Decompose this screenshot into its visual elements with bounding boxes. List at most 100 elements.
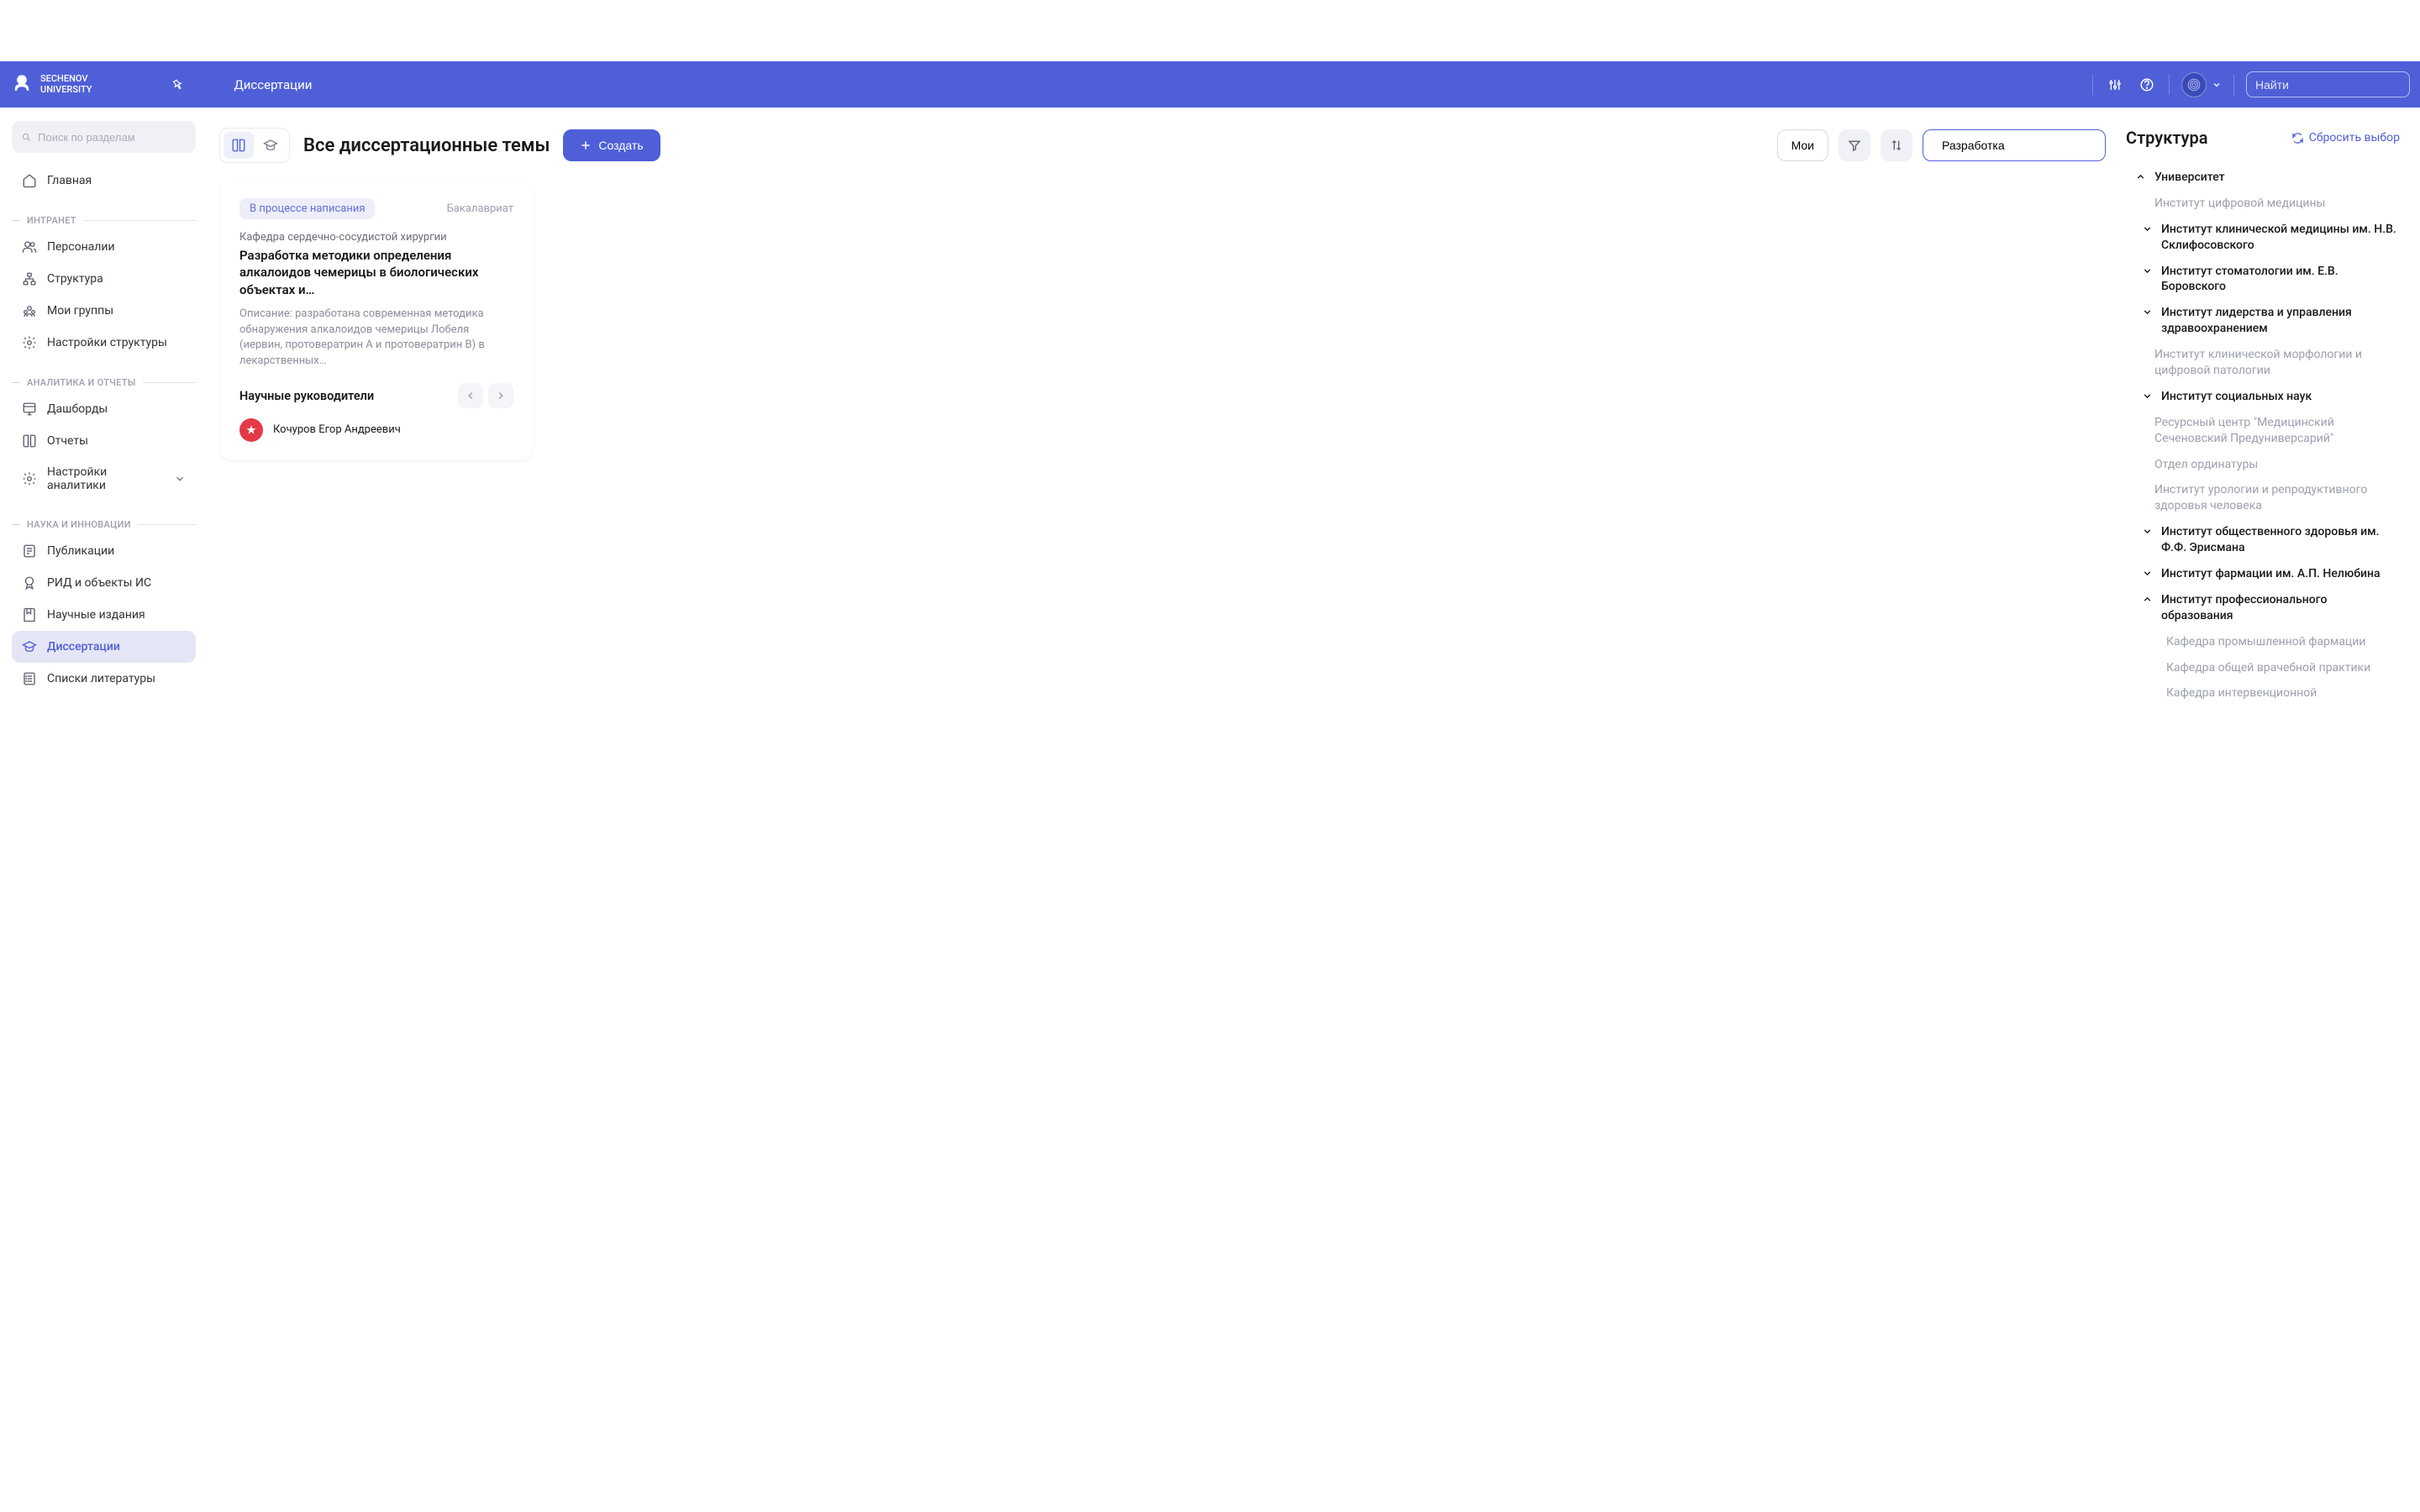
tree-item[interactable]: Институт фармации им. А.П. Нелюбина (2126, 561, 2400, 587)
book-open-icon (231, 138, 246, 153)
supervisor[interactable]: Кочуров Егор Андреевич (239, 418, 513, 442)
logo-icon (10, 73, 34, 97)
tab-defended[interactable] (255, 132, 286, 159)
tree-root[interactable]: Университет (2126, 165, 2400, 191)
help-button[interactable] (2137, 75, 2157, 95)
panel-title: Структура (2126, 128, 2207, 148)
create-button[interactable]: Создать (563, 129, 660, 161)
chevron-icon (2142, 307, 2153, 318)
tree-label: Отдел ординатуры (2154, 457, 2400, 473)
page-search-input[interactable] (1942, 139, 2094, 152)
logo-text-top: SECHENOV (40, 74, 92, 84)
nav-label: Научные издания (47, 608, 145, 622)
chevron-icon (2142, 265, 2153, 276)
tree-item[interactable]: Кафедра общей врачебной практики (2126, 655, 2400, 681)
sort-button[interactable] (1881, 129, 1912, 161)
nav-dashboards[interactable]: Дашборды (12, 393, 196, 425)
sidebar-search-input[interactable] (38, 131, 186, 144)
book-icon (22, 433, 37, 449)
people-icon (22, 239, 37, 255)
nav-personnel[interactable]: Персоналии (12, 231, 196, 263)
nav-bibliography[interactable]: Списки литературы (12, 663, 196, 695)
sidebar-search[interactable] (12, 121, 196, 153)
nav-label: Настройки структуры (47, 336, 167, 349)
supervisors-label: Научные руководители (239, 389, 374, 403)
nav-ip[interactable]: РИД и объекты ИС (12, 567, 196, 599)
header-breadcrumb: Диссертации (234, 77, 312, 92)
tree-item[interactable]: Институт клинической медицины им. Н.В. С… (2126, 217, 2400, 259)
tree-item[interactable]: Институт клинической морфологии и цифров… (2126, 342, 2400, 384)
global-search[interactable] (2246, 71, 2410, 97)
refresh-icon (2291, 132, 2304, 144)
nav-analytics-settings[interactable]: Настройки аналитики (12, 457, 196, 501)
prev-supervisor-button[interactable] (458, 383, 483, 408)
tree-item[interactable]: Институт профессионального образования (2126, 587, 2400, 629)
nav-publications[interactable]: Публикации (12, 535, 196, 567)
nav-groups[interactable]: Мои группы (12, 295, 196, 327)
global-search-input[interactable] (2255, 78, 2407, 92)
tree-item[interactable]: Кафедра промышленной фармации (2126, 629, 2400, 655)
tree-item[interactable]: Институт общественного здоровья им. Ф.Ф.… (2126, 519, 2400, 561)
tree-label: Институт профессионального образования (2161, 592, 2400, 624)
page-title: Все диссертационные темы (303, 135, 550, 156)
nav-label: Диссертации (47, 640, 120, 654)
tree-label: Ресурсный центр "Медицинский Сеченовский… (2154, 415, 2400, 447)
pin-icon (171, 78, 184, 92)
chevron-icon (2142, 526, 2153, 537)
pin-button[interactable] (167, 75, 187, 95)
tree-item[interactable]: Институт стоматологии им. Е.В. Боровског… (2126, 259, 2400, 301)
filter-button[interactable] (1839, 129, 1870, 161)
user-menu[interactable] (2181, 72, 2222, 97)
logo-text-bottom: UNIVERSITY (40, 85, 92, 95)
list-icon (22, 671, 37, 686)
gear-icon (22, 335, 37, 350)
supervisor-avatar (239, 418, 263, 442)
dissertation-card[interactable]: В процессе написания Бакалавриат Кафедра… (219, 180, 534, 460)
nav-structure[interactable]: Структура (12, 263, 196, 295)
section-label-science: НАУКА И ИННОВАЦИИ (27, 519, 131, 530)
tree-label: Кафедра промышленной фармации (2166, 634, 2400, 650)
tree-item[interactable]: Отдел ординатуры (2126, 452, 2400, 478)
tree-label: Институт общественного здоровья им. Ф.Ф.… (2161, 524, 2400, 556)
mine-filter-button[interactable]: Мои (1777, 129, 1828, 161)
tree-item[interactable]: Институт урологии и репродуктивного здор… (2126, 477, 2400, 519)
tree-label: Кафедра общей врачебной практики (2166, 660, 2400, 676)
supervisor-name: Кочуров Егор Андреевич (273, 423, 401, 438)
next-supervisor-button[interactable] (488, 383, 513, 408)
nav-reports[interactable]: Отчеты (12, 425, 196, 457)
dashboard-icon (22, 402, 37, 417)
tree-item[interactable]: Ресурсный центр "Медицинский Сеченовский… (2126, 410, 2400, 452)
tab-topics[interactable] (224, 132, 254, 159)
graduation-icon (22, 639, 37, 654)
page-search[interactable] (1923, 129, 2106, 161)
nav-structure-settings[interactable]: Настройки структуры (12, 327, 196, 359)
nav-label: Главная (47, 174, 92, 187)
reset-filter-link[interactable]: Сбросить выбор (2291, 131, 2400, 144)
section-label-analytics: АНАЛИТИКА И ОТЧЕТЫ (27, 377, 136, 388)
chevron-icon (2142, 391, 2153, 402)
nav-home[interactable]: Главная (12, 165, 196, 197)
tree-item[interactable]: Кафедра интервенционной (2126, 680, 2400, 706)
graduation-icon (263, 138, 278, 153)
tree-label: Институт лидерства и управления здравоох… (2161, 305, 2400, 337)
toolbar: Все диссертационные темы Создать Мои (219, 128, 2106, 163)
nav-journals[interactable]: Научные издания (12, 599, 196, 631)
app-header: SECHENOVUNIVERSITY Диссертации (0, 61, 2420, 108)
tree-item[interactable]: Институт лидерства и управления здравоох… (2126, 300, 2400, 342)
sort-icon (1890, 139, 1903, 152)
department-label: Кафедра сердечно-сосудистой хирургии (239, 231, 513, 244)
structure-icon (22, 271, 37, 286)
tree-label: Институт стоматологии им. Е.В. Боровског… (2161, 264, 2400, 296)
sidebar: Главная ИНТРАНЕТ Персоналии Структура Мо… (0, 108, 208, 740)
chevron-icon (2142, 568, 2153, 579)
tree-item[interactable]: Институт цифровой медицины (2126, 191, 2400, 217)
nav-dissertations[interactable]: Диссертации (12, 631, 196, 663)
chevron-down-icon (174, 473, 186, 485)
logo[interactable]: SECHENOVUNIVERSITY (10, 73, 92, 97)
avatar (2181, 72, 2207, 97)
tree-item[interactable]: Институт социальных наук (2126, 384, 2400, 410)
settings-button[interactable] (2105, 75, 2125, 95)
tree-label: Институт фармации им. А.П. Нелюбина (2161, 566, 2400, 582)
nav-label: Персоналии (47, 240, 115, 254)
status-badge: В процессе написания (239, 198, 375, 219)
